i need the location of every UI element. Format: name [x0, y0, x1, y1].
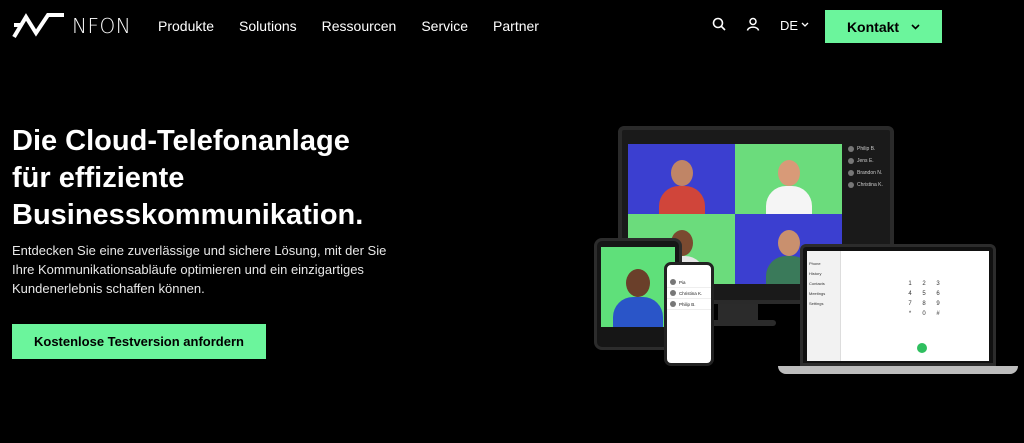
- free-trial-button[interactable]: Kostenlose Testversion anfordern: [12, 324, 266, 359]
- menu-item-ressourcen[interactable]: Ressourcen: [322, 18, 397, 34]
- device-mockup-illustration: Philip B. Jens E. Brandon N. Christina K…: [590, 120, 1020, 380]
- menu-item-service[interactable]: Service: [421, 18, 468, 34]
- headline-line-1: Die Cloud-Telefonanlage: [12, 125, 350, 157]
- softphone-app: Phone History Contacts Meetings Settings…: [807, 251, 989, 361]
- nav-utilities: DE: [712, 17, 809, 33]
- contact-button[interactable]: Kontakt: [825, 10, 942, 43]
- brand-name: NFON: [72, 14, 132, 38]
- video-tile: [735, 144, 842, 214]
- main-menu: Produkte Solutions Ressourcen Service Pa…: [158, 18, 564, 34]
- hero-headline: Die Cloud-Telefonanlage für effiziente B…: [12, 123, 432, 234]
- phone-contact: Christina K.: [667, 288, 711, 299]
- participant-list: Philip B. Jens E. Brandon N. Christina K…: [848, 146, 886, 194]
- phone-contact: Philip B.: [667, 299, 711, 310]
- menu-item-partner[interactable]: Partner: [493, 18, 539, 34]
- participant-item: Philip B.: [848, 146, 886, 152]
- menu-item-produkte[interactable]: Produkte: [158, 18, 214, 34]
- softphone-sidebar: Phone History Contacts Meetings Settings: [807, 251, 841, 361]
- video-tile: [628, 144, 735, 214]
- headline-line-3: Businesskommunikation.: [12, 199, 364, 231]
- search-icon[interactable]: [712, 17, 728, 33]
- chevron-down-icon: [911, 23, 920, 30]
- language-selector[interactable]: DE: [780, 18, 809, 33]
- menu-item-solutions[interactable]: Solutions: [239, 18, 297, 34]
- brand-logo[interactable]: NFON: [12, 13, 131, 39]
- dial-keypad: 123 456 789 * 0 #: [908, 281, 940, 317]
- language-label: DE: [780, 17, 799, 33]
- laptop-mockup: Phone History Contacts Meetings Settings…: [800, 244, 996, 366]
- phone-contact: Pia: [667, 277, 711, 288]
- hero-subtext: Entdecken Sie eine zuverlässige und sich…: [12, 243, 387, 296]
- call-icon: [917, 343, 927, 353]
- participant-item: Christina K.: [848, 182, 886, 188]
- softphone-dialer: 123 456 789 * 0 #: [841, 251, 989, 361]
- laptop-base: [778, 366, 1018, 374]
- phone-mockup: Pia Christina K. Philip B.: [664, 262, 714, 366]
- contact-button-label: Kontakt: [846, 18, 900, 35]
- participant-item: Jens E.: [848, 158, 886, 164]
- top-navigation: NFON Produkte Solutions Ressourcen Servi…: [0, 0, 1024, 54]
- user-icon[interactable]: [746, 17, 762, 33]
- headline-line-2: für effiziente: [12, 162, 185, 194]
- chevron-down-icon: [801, 22, 809, 27]
- participant-item: Brandon N.: [848, 170, 886, 176]
- nfon-logo-icon: [12, 13, 64, 39]
